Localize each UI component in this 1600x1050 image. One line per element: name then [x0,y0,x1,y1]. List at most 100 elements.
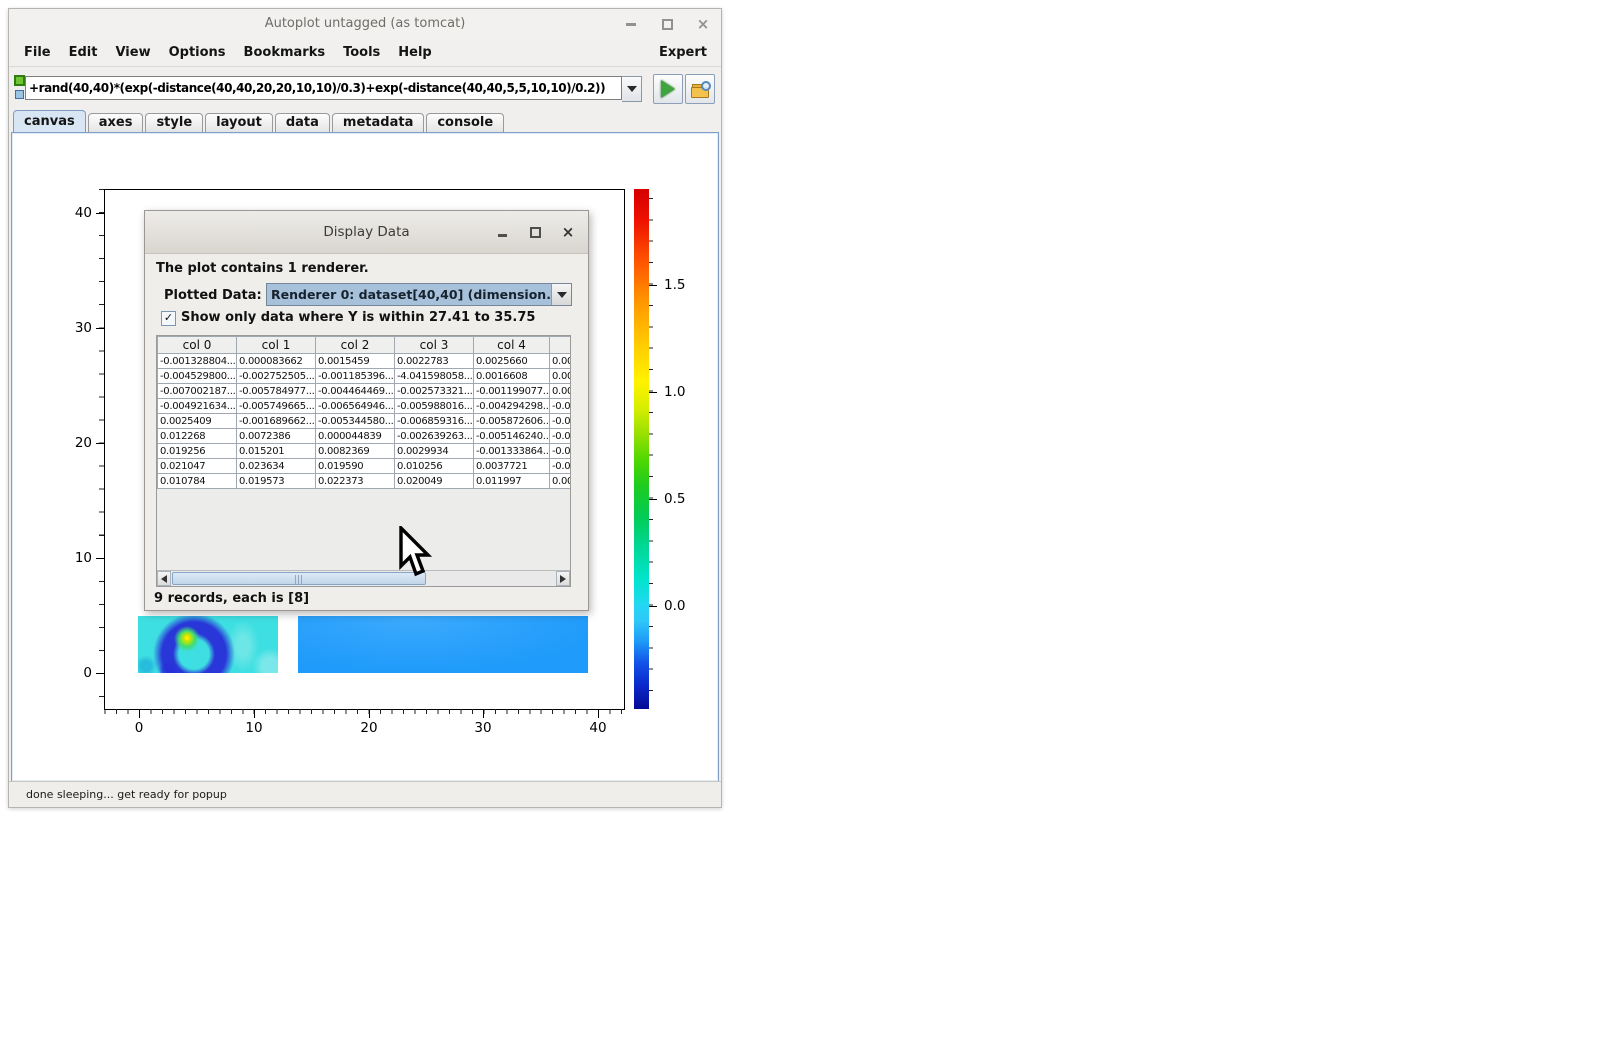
table-cell[interactable]: -0.004464469... [316,384,395,399]
table-header[interactable]: col 4 [474,337,550,354]
window-titlebar[interactable]: Autoplot untagged (as tomcat) × [9,9,721,39]
menu-edit[interactable]: Edit [60,45,107,60]
table-cell[interactable]: 0.010784 [158,474,237,489]
table-cell[interactable]: 0.0016608 [474,369,550,384]
table-cell[interactable]: -0.005988016... [395,399,474,414]
table-cell[interactable]: 0.000044839 [316,429,395,444]
table-cell[interactable]: -0.001185396... [316,369,395,384]
dialog-minimize-button[interactable] [496,226,508,238]
table-cell[interactable]: -0.002639263... [395,429,474,444]
tab-layout[interactable]: layout [205,113,273,132]
table-cell[interactable]: 0.0072386 [237,429,316,444]
table-header[interactable] [550,337,571,354]
table-cell[interactable]: 0.011997 [474,474,550,489]
table-cell[interactable]: -0.005872606... [474,414,550,429]
table-cell[interactable]: 0.021047 [158,459,237,474]
table-cell[interactable]: -0.005784977... [237,384,316,399]
scrollbar-thumb[interactable] [172,572,426,585]
heatmap-strip-left[interactable] [138,616,278,673]
table-cell[interactable]: 0.0015459 [316,354,395,369]
table-cell[interactable]: -0.007002187... [158,384,237,399]
table-cell[interactable]: 0.022373 [316,474,395,489]
data-table-viewport: col 0 col 1 col 2 col 3 col 4 -0.0013288… [157,336,570,571]
menu-tools[interactable]: Tools [334,45,389,60]
table-cell[interactable]: -0.001689662... [237,414,316,429]
table-cell[interactable]: -0.0 [550,429,571,444]
table-cell[interactable]: 0.023634 [237,459,316,474]
table-header[interactable]: col 3 [395,337,474,354]
dialog-maximize-button[interactable] [529,226,541,238]
table-cell[interactable]: 0.000083662 [237,354,316,369]
table-cell[interactable]: -0.002752505... [237,369,316,384]
menu-expert[interactable]: Expert [650,45,715,60]
table-cell[interactable]: 0.00 [550,384,571,399]
combo-dropdown-button[interactable] [551,284,571,305]
menu-bookmarks[interactable]: Bookmarks [235,45,335,60]
table-cell[interactable]: 0.019256 [158,444,237,459]
uri-dropdown-button[interactable] [622,76,642,102]
table-cell[interactable]: -0.005749665... [237,399,316,414]
table-header[interactable]: col 0 [158,337,237,354]
tab-data[interactable]: data [275,113,330,132]
table-cell[interactable]: 0.019573 [237,474,316,489]
table-cell[interactable]: -0.005344580... [316,414,395,429]
table-cell[interactable]: -0.004921634... [158,399,237,414]
dialog-close-button[interactable]: × [562,226,574,238]
tab-canvas[interactable]: canvas [13,110,86,132]
table-cell[interactable]: -0.005146240... [474,429,550,444]
uri-input[interactable] [25,76,622,100]
table-cell[interactable]: -0.004529800... [158,369,237,384]
table-cell[interactable]: -0.0 [550,444,571,459]
tab-console[interactable]: console [426,113,504,132]
colorbar[interactable] [634,189,649,709]
table-cell[interactable]: 0.00 [550,354,571,369]
dialog-titlebar[interactable]: Display Data × [145,211,588,254]
scroll-left-button[interactable] [157,571,171,586]
plotted-data-select[interactable]: Renderer 0: dataset[40,40] (dimension... [266,283,572,306]
table-cell[interactable]: 0.00 [550,369,571,384]
menu-file[interactable]: File [15,45,60,60]
menu-options[interactable]: Options [160,45,235,60]
table-cell[interactable]: 0.015201 [237,444,316,459]
close-button[interactable]: × [697,18,709,30]
table-cell[interactable]: 0.0025409 [158,414,237,429]
heatmap-strip-right[interactable] [298,616,588,673]
tab-metadata[interactable]: metadata [332,113,424,132]
table-cell[interactable]: -0.001333864... [474,444,550,459]
table-cell[interactable]: -4.041598058... [395,369,474,384]
maximize-button[interactable] [661,18,673,30]
table-cell[interactable]: -0.0 [550,414,571,429]
table-cell[interactable]: 0.0082369 [316,444,395,459]
y-tick-label: 0 [50,665,92,681]
table-header[interactable]: col 2 [316,337,395,354]
table-cell[interactable]: -0.002573321... [395,384,474,399]
table-cell[interactable]: 0.0022783 [395,354,474,369]
table-cell[interactable]: 0.0025660 [474,354,550,369]
tab-style[interactable]: style [145,113,203,132]
table-cell[interactable]: -0.001199077... [474,384,550,399]
table-cell[interactable]: -0.004294298... [474,399,550,414]
inspect-uri-button[interactable] [685,74,715,104]
menu-view[interactable]: View [106,45,159,60]
table-cell[interactable]: 0.012268 [158,429,237,444]
table-cell[interactable]: -0.006859316... [395,414,474,429]
table-cell[interactable]: 0.019590 [316,459,395,474]
table-cell[interactable]: 0.0037721 [474,459,550,474]
table-cell[interactable]: 0.020049 [395,474,474,489]
table-cell[interactable]: -0.001328804... [158,354,237,369]
table-cell[interactable]: 0.010256 [395,459,474,474]
minimize-button[interactable] [625,18,637,30]
filter-checkbox[interactable]: ✓ [161,311,176,326]
table-cell[interactable]: -0.006564946... [316,399,395,414]
horizontal-scrollbar[interactable] [157,570,570,586]
menu-help[interactable]: Help [389,45,440,60]
go-button[interactable] [653,74,683,104]
table-cell[interactable]: 0.0029934 [395,444,474,459]
table-cell[interactable]: -0.0 [550,459,571,474]
scroll-right-button[interactable] [556,571,570,586]
table-cell[interactable]: -0.0 [550,399,571,414]
table-header[interactable]: col 1 [237,337,316,354]
table-cell[interactable]: 0.00 [550,474,571,489]
tab-axes[interactable]: axes [88,113,144,132]
grip-icon [295,575,303,584]
